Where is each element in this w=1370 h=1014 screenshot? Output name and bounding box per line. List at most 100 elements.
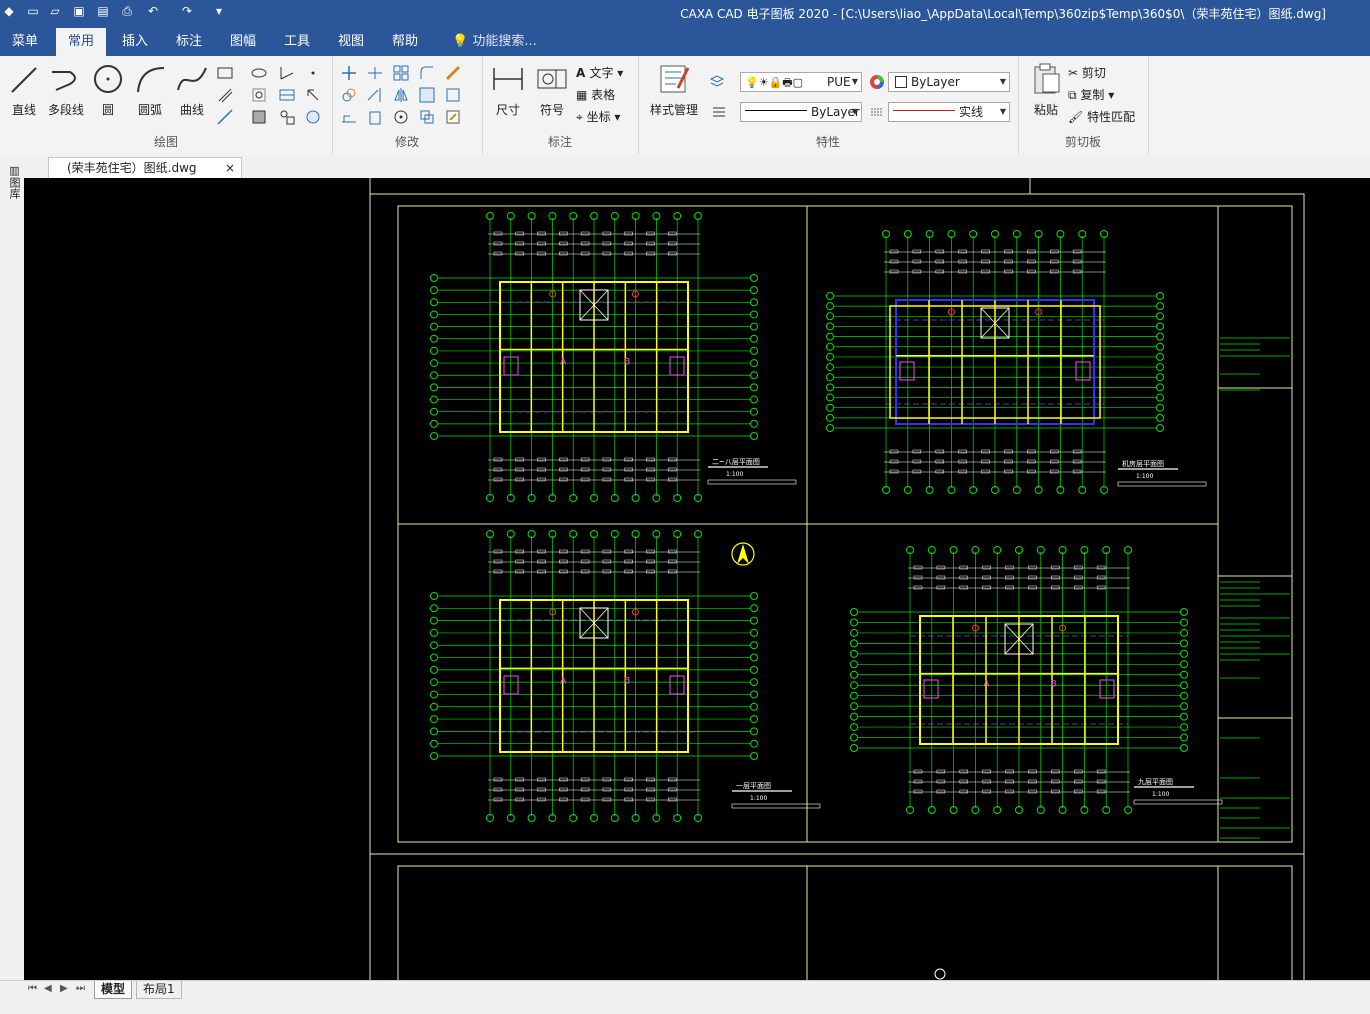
customize-quick-access-icon[interactable]: ▾ (212, 4, 226, 18)
angle-line-icon[interactable] (278, 64, 296, 82)
dimension-text (559, 777, 568, 782)
new-file-icon[interactable]: ▭ (26, 4, 40, 18)
previous-layout-icon[interactable]: ◀ (44, 983, 52, 994)
scale-icon[interactable] (366, 108, 384, 126)
last-layout-icon[interactable]: ⏭ (76, 983, 85, 994)
dimension-text (912, 459, 922, 464)
break-icon[interactable] (444, 86, 462, 104)
dimension-text (580, 777, 590, 782)
lineweight-list-icon[interactable] (710, 102, 728, 120)
tab-model[interactable]: 模型 (94, 981, 133, 999)
offset-icon[interactable] (418, 108, 436, 126)
axis-bubble (1180, 723, 1188, 732)
linetype-scale-icon[interactable] (868, 103, 886, 121)
library-panel-tab[interactable]: ▥图库 (4, 164, 21, 199)
point-icon[interactable] (304, 64, 322, 82)
dimension-button[interactable]: 尺寸 (486, 62, 530, 118)
region-icon[interactable] (250, 108, 268, 126)
style-manager-button[interactable]: 样式管理 (646, 62, 702, 118)
dimension-text (559, 569, 568, 574)
axis-bubble (430, 359, 438, 368)
table-tool[interactable]: ▦ 表格 (576, 86, 615, 103)
line-label: 直线 (11, 103, 36, 117)
construction-line-icon[interactable] (216, 108, 234, 126)
copy-button[interactable]: ⧉ 复制 ▾ (1068, 86, 1114, 103)
axis-bubble (1156, 292, 1164, 300)
match-properties-button[interactable]: 🖌 特性匹配 (1068, 108, 1135, 125)
mirror-icon[interactable] (392, 86, 410, 104)
axis-bubble (750, 371, 758, 380)
trim-icon[interactable] (366, 64, 384, 82)
tab-menu[interactable]: 菜单 (0, 28, 50, 56)
modify-group: 修改 (332, 56, 483, 154)
ellipse-icon[interactable] (250, 64, 268, 82)
color-wheel-icon[interactable] (868, 73, 886, 91)
tab-view[interactable]: 视图 (326, 28, 376, 56)
parallel-line-icon[interactable] (216, 86, 234, 104)
chamfer-icon[interactable] (418, 86, 436, 104)
plan-title: 二~八层平面图 (712, 458, 760, 466)
lineweight-select[interactable]: 实线 ▼ (888, 102, 1010, 122)
line-button[interactable]: 直线 (2, 62, 46, 118)
tab-sheet[interactable]: 图幅 (218, 28, 268, 56)
dimension-text (624, 241, 633, 246)
color-select[interactable]: ByLayer ▼ (888, 72, 1010, 92)
coordinate-tool[interactable]: ⌖ 坐标 ▾ (576, 108, 620, 125)
dimension-text (1051, 585, 1060, 590)
tab-tools[interactable]: 工具 (272, 28, 322, 56)
rectangle-icon[interactable] (216, 64, 234, 82)
tab-common[interactable]: 常用 (56, 28, 107, 56)
save-all-icon[interactable]: ▤ (96, 4, 110, 18)
cut-button[interactable]: ✂ 剪切 (1068, 64, 1106, 81)
rotate-icon[interactable] (392, 108, 410, 126)
save-icon[interactable]: ▣ (72, 4, 86, 18)
paste-button[interactable]: 粘贴 (1024, 62, 1068, 118)
function-search[interactable]: 💡 功能搜索... (452, 28, 537, 56)
fillet-icon[interactable] (418, 64, 436, 82)
dimension-text (646, 231, 655, 236)
print-icon[interactable]: ⎙ (120, 4, 134, 18)
tab-annotate[interactable]: 标注 (164, 28, 214, 56)
clipboard-group-label: 剪切板 (1064, 135, 1101, 149)
layer-manager-icon[interactable] (708, 72, 726, 90)
array-icon[interactable] (392, 64, 410, 82)
open-file-icon[interactable]: ▱ (48, 4, 62, 18)
curve-button[interactable]: 曲线 (170, 62, 214, 118)
layer-select[interactable]: 💡☀🔒🖶▢ PUE ▼ (740, 72, 862, 92)
extend-icon[interactable] (366, 86, 384, 104)
cad-drawing[interactable]: A B 二~八层平面图 1:100 机房层平面图 1:100 A B 一层平面图 1:100 A B 九… (24, 178, 1370, 980)
dimension-text (624, 797, 633, 802)
erase-icon[interactable] (444, 64, 462, 82)
explode-icon[interactable] (444, 108, 462, 126)
arc-button[interactable]: 圆弧 (128, 62, 172, 118)
text-tool[interactable]: A 文字 ▾ (576, 64, 623, 81)
polyline-button[interactable]: 多段线 (44, 62, 88, 118)
dimension-text (537, 777, 546, 782)
move-icon[interactable] (340, 64, 358, 82)
tab-layout1[interactable]: 布局1 (136, 981, 182, 999)
drawing-canvas[interactable]: A B 二~八层平面图 1:100 机房层平面图 1:100 A B 一层平面图 1:100 A B 九… (24, 178, 1370, 980)
block-icon[interactable] (278, 108, 296, 126)
stretch-icon[interactable] (340, 108, 358, 126)
dimension-text (602, 457, 612, 462)
redo-icon[interactable]: ↷ (180, 4, 194, 18)
circle-button[interactable]: 圆 (86, 62, 130, 118)
symbol-button[interactable]: 符号 (530, 62, 574, 118)
dimension-text (515, 231, 525, 236)
undo-icon[interactable]: ↶ (146, 4, 160, 18)
document-tab[interactable]: (荣丰苑住宅）图纸.dwg × (48, 157, 242, 178)
wipeout-icon[interactable] (304, 108, 322, 126)
close-tab-icon[interactable]: × (225, 158, 235, 178)
linetype-select[interactable]: ByLayer ▼ (740, 102, 862, 122)
axis-bubble (1180, 733, 1188, 742)
first-layout-icon[interactable]: ⏮ (28, 983, 37, 994)
unit-label-b: B (1051, 679, 1057, 689)
hatch-icon[interactable] (250, 86, 268, 104)
tab-help[interactable]: 帮助 (380, 28, 430, 56)
copy-object-icon[interactable] (340, 86, 358, 104)
tab-insert[interactable]: 插入 (110, 28, 160, 56)
pointer-icon[interactable] (304, 86, 322, 104)
symbol-label: 符号 (539, 103, 564, 117)
table-draw-icon[interactable] (278, 86, 296, 104)
next-layout-icon[interactable]: ▶ (60, 983, 68, 994)
